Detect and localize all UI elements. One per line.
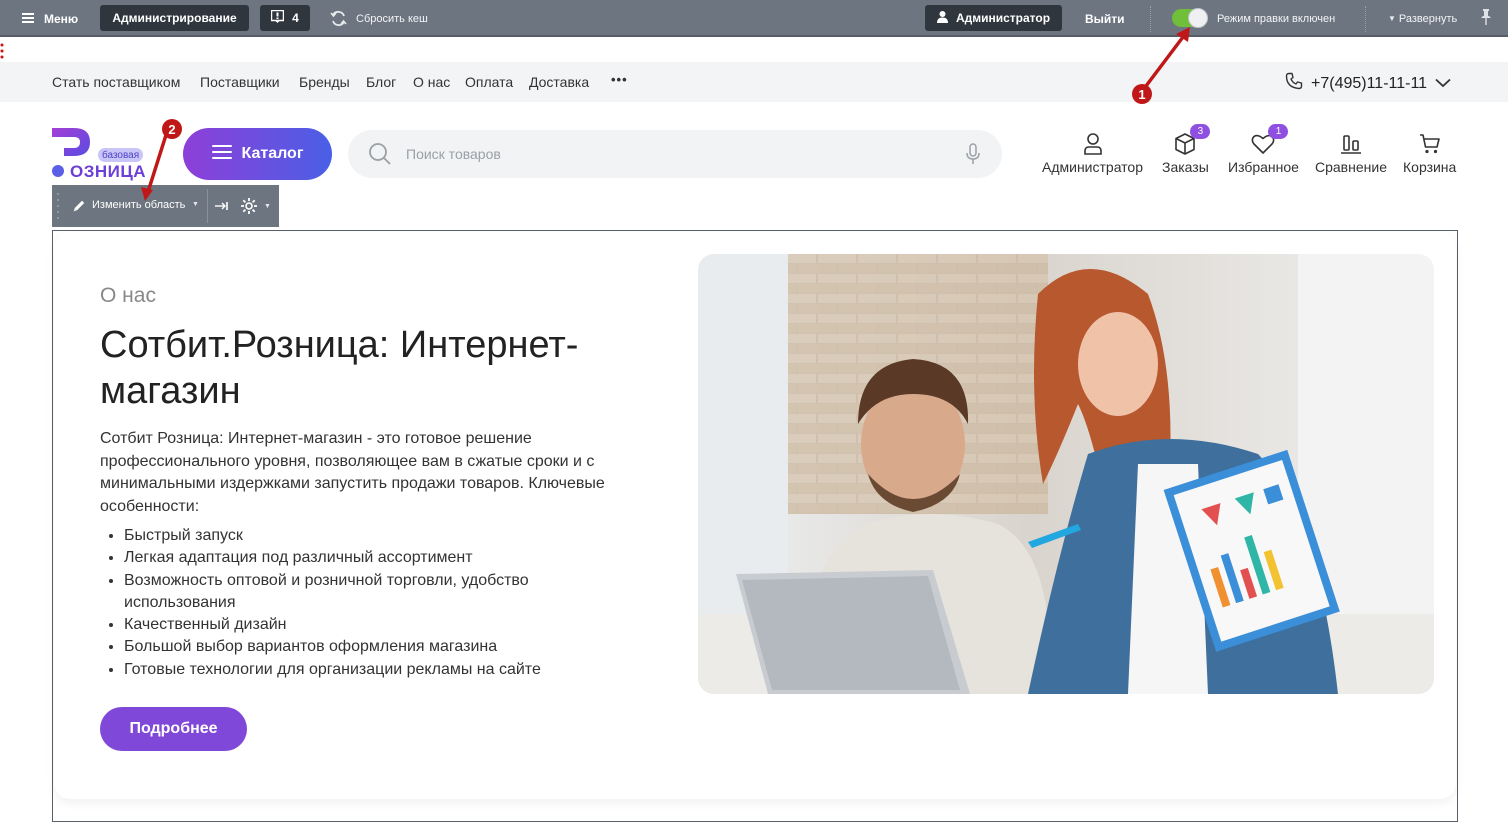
annotation-marker-2: 2	[162, 119, 182, 139]
annotation-arrows	[141, 27, 1190, 201]
annotation-marker-1: 1	[1132, 84, 1152, 104]
